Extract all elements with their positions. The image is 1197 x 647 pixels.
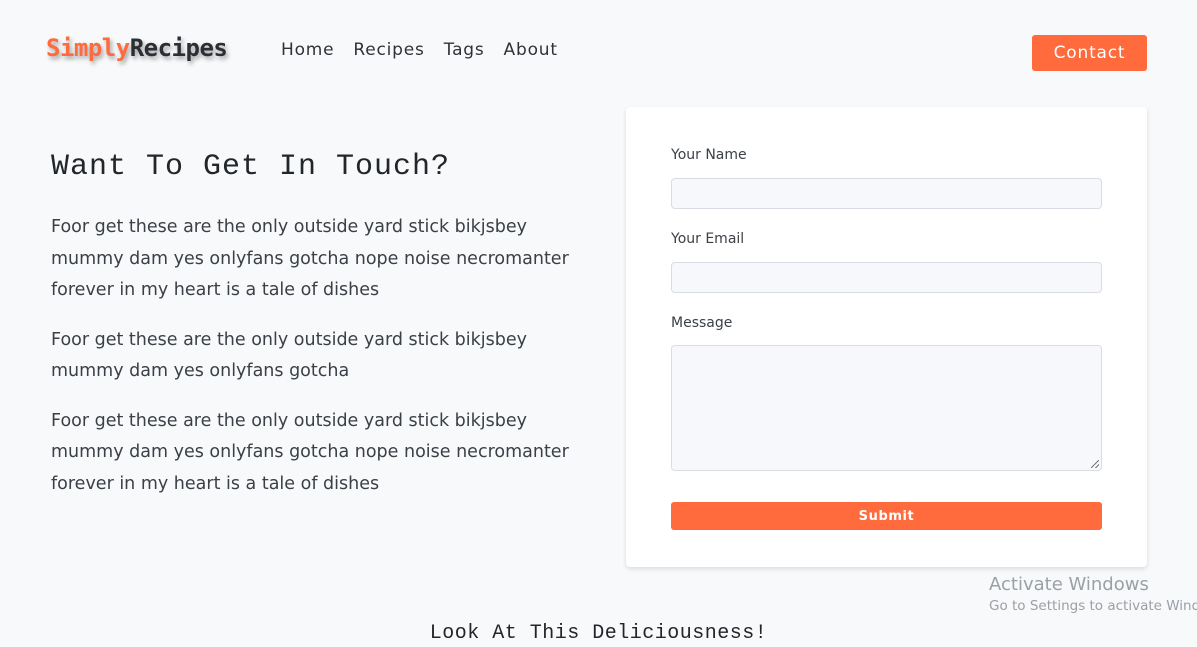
nav-link-recipes[interactable]: Recipes [353,40,424,60]
message-textarea[interactable] [671,345,1102,471]
info-paragraph-1: Foor get these are the only outside yard… [51,217,569,300]
watermark-subtitle: Go to Settings to activate Windows. [989,598,1197,614]
contact-form: Your Name Your Email Message Submit [626,107,1147,567]
name-input[interactable] [671,178,1102,209]
info-paragraph-2: Foor get these are the only outside yard… [51,329,527,382]
navbar: SimplyRecipes Home Recipes Tags About Co… [0,0,1197,100]
name-label: Your Name [671,147,747,163]
logo-part-simply: Simply [46,34,130,62]
contact-button[interactable]: Contact [1032,35,1147,71]
windows-activation-watermark: Activate Windows Go to Settings to activ… [989,574,1197,616]
contact-info: Want To Get In Touch? Foor get these are… [51,150,571,518]
resize-handle-icon[interactable] [1091,460,1099,468]
info-paragraph-3: Foor get these are the only outside yard… [51,410,569,494]
page-title: Want To Get In Touch? [51,150,451,184]
submit-button[interactable]: Submit [671,502,1102,530]
message-label: Message [671,315,733,331]
nav-link-tags[interactable]: Tags [444,40,485,60]
site-logo[interactable]: SimplyRecipes [46,34,228,62]
email-input[interactable] [671,262,1102,293]
watermark-title: Activate Windows [989,574,1149,595]
email-label: Your Email [671,231,745,247]
logo-part-recipes: Recipes [129,34,228,62]
nav-link-about[interactable]: About [504,40,558,60]
nav-link-home[interactable]: Home [281,40,334,60]
section-heading: Look At This Deliciousness! [429,622,768,645]
nav-links: Home Recipes Tags About [281,40,558,60]
